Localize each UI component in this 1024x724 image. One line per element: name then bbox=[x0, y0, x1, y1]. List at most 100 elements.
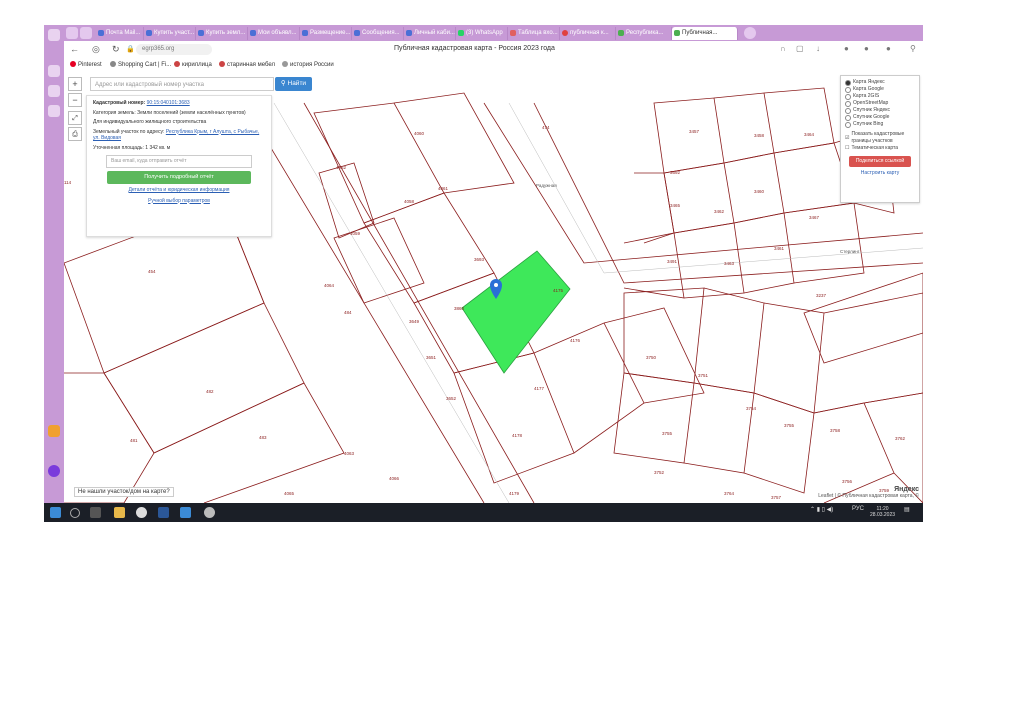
profile-icon[interactable]: ● bbox=[886, 44, 891, 53]
chrome-icon[interactable] bbox=[136, 507, 147, 518]
sidebar-app-icon[interactable] bbox=[48, 105, 60, 117]
layer-label: Карта Яндекс bbox=[853, 79, 885, 85]
favicon-icon bbox=[219, 61, 225, 67]
plot-label: 3762 bbox=[895, 436, 906, 441]
tab[interactable]: Сообщения... bbox=[352, 27, 404, 40]
setup-map-link[interactable]: Настроить карту bbox=[845, 170, 915, 177]
browser-logo-icon[interactable] bbox=[48, 29, 60, 41]
language-indicator[interactable]: РУС bbox=[852, 506, 864, 512]
plot-label: 4177 bbox=[534, 386, 545, 391]
tab[interactable]: Размещение... bbox=[300, 27, 352, 40]
plot-label: 3461 bbox=[774, 246, 785, 251]
headphones-icon[interactable]: ∩ bbox=[780, 44, 786, 53]
bookmark-item[interactable]: кириллица bbox=[174, 61, 212, 68]
plot-label: 3755 bbox=[784, 423, 795, 428]
layer-label: Спутник Яндекс bbox=[853, 107, 891, 113]
plot-label: 483 bbox=[259, 435, 267, 440]
tab-label: Таблица вхо... bbox=[518, 30, 558, 36]
layer-option[interactable]: Карта Яндекс bbox=[845, 79, 915, 86]
tab[interactable]: (3) WhatsApp bbox=[456, 27, 508, 40]
cadastral-map[interactable]: 474 4060 4062 4061 3693 4059 4058 3860 3… bbox=[64, 73, 923, 503]
extension-icon[interactable]: ● bbox=[864, 44, 869, 53]
plot-label: 4058 bbox=[404, 199, 415, 204]
plot-label: 4176 bbox=[570, 338, 581, 343]
yandex-browser-icon[interactable] bbox=[204, 507, 215, 518]
plot-label: 4064 bbox=[324, 283, 335, 288]
plot-label: 4061 bbox=[438, 186, 449, 191]
tab[interactable]: публичная к... bbox=[560, 27, 616, 40]
cadastral-number-link[interactable]: 90:15:040101:3683 bbox=[147, 100, 190, 106]
window-controls[interactable] bbox=[854, 27, 864, 39]
fullscreen-icon[interactable]: ⤢ bbox=[68, 111, 82, 125]
downloads-panel-icon[interactable]: ⚲ bbox=[910, 44, 916, 53]
layer-option[interactable]: Карта 2GIS bbox=[845, 93, 915, 100]
tab[interactable]: Купить земл... bbox=[196, 27, 248, 40]
file-explorer-icon[interactable] bbox=[114, 507, 125, 518]
bookmark-label: Pinterest bbox=[78, 62, 102, 68]
bookmark-item[interactable]: Shopping Cart | Fi... bbox=[110, 61, 171, 68]
tab[interactable]: Мои объявл... bbox=[248, 27, 300, 40]
notifications-icon[interactable]: ▤ bbox=[904, 506, 910, 513]
tab[interactable]: Республика... bbox=[616, 27, 672, 40]
windows-start-icon[interactable] bbox=[50, 507, 61, 518]
print-icon[interactable]: ⎙ bbox=[68, 127, 82, 141]
chevron-down-icon[interactable] bbox=[80, 27, 92, 39]
tray-icons[interactable]: ⌃ ▮ ▯ ◀) bbox=[810, 506, 833, 513]
bookmark-item[interactable]: история России bbox=[282, 61, 334, 68]
layer-option[interactable]: Спутник Яндекс bbox=[845, 107, 915, 114]
windows-taskbar: ⌃ ▮ ▯ ◀) РУС 11:20 28.03.2023 ▤ bbox=[44, 503, 923, 522]
bookmark-item[interactable]: старинная мебел bbox=[219, 61, 275, 68]
plot-label: 3651 bbox=[426, 355, 437, 360]
bookmark-icon[interactable]: ▢ bbox=[796, 44, 804, 53]
yandex-icon bbox=[562, 30, 568, 36]
report-details-link[interactable]: Детали отчёта и юридическая информация bbox=[93, 187, 265, 194]
manual-params-link[interactable]: Ручной выбор параметров bbox=[93, 198, 265, 205]
email-input[interactable]: Ваш email, куда отправить отчёт bbox=[106, 155, 252, 168]
radio-icon bbox=[845, 86, 851, 93]
plot-label: 3756 bbox=[842, 479, 853, 484]
whatsapp-icon bbox=[458, 30, 464, 36]
plot-label: 3458 bbox=[754, 133, 765, 138]
plot-label: 3750 bbox=[646, 355, 657, 360]
url-field[interactable]: egrp365.org bbox=[136, 44, 212, 55]
word-icon[interactable] bbox=[158, 507, 169, 518]
reload-icon[interactable]: ↻ bbox=[112, 44, 120, 55]
thematic-checkbox[interactable]: ☐ Тематическая карта bbox=[845, 145, 915, 152]
tab-active[interactable]: Публичная... bbox=[672, 27, 738, 40]
tab-label: Купить земл... bbox=[206, 30, 246, 36]
tab[interactable]: Личный каби... bbox=[404, 27, 456, 40]
zoom-in-button[interactable]: + bbox=[68, 77, 82, 91]
tab[interactable]: Таблица вхо... bbox=[508, 27, 560, 40]
task-view-icon[interactable] bbox=[90, 507, 101, 518]
clock[interactable]: 11:20 28.03.2023 bbox=[870, 506, 895, 518]
tab[interactable]: Почта Mail... bbox=[96, 27, 144, 40]
alice-icon[interactable] bbox=[48, 465, 60, 477]
search-input[interactable]: Адрес или кадастровый номер участка bbox=[90, 77, 274, 91]
sidebar-app-icon[interactable] bbox=[48, 85, 60, 97]
protect-icon[interactable]: ◎ bbox=[92, 44, 100, 55]
bookmark-label: старинная мебел bbox=[227, 62, 275, 68]
download-icon[interactable]: ↓ bbox=[816, 44, 820, 53]
plot-label: 4066 bbox=[389, 476, 400, 481]
new-tab-icon[interactable] bbox=[744, 27, 756, 39]
app-icon[interactable] bbox=[180, 507, 191, 518]
share-link-button[interactable]: Поделиться ссылкой bbox=[849, 156, 911, 167]
selected-plot[interactable] bbox=[461, 250, 571, 374]
layer-option[interactable]: OpenStreetMap bbox=[845, 100, 915, 107]
tab-menu-icon[interactable] bbox=[66, 27, 78, 39]
sidebar-app-icon[interactable] bbox=[48, 65, 60, 77]
sidebar-app-icon[interactable] bbox=[48, 425, 60, 437]
bookmark-item[interactable]: Pinterest bbox=[70, 61, 102, 68]
tab[interactable]: Купить участ... bbox=[144, 27, 196, 40]
layer-option[interactable]: Спутник Bing bbox=[845, 121, 915, 128]
back-icon[interactable]: ← bbox=[70, 44, 79, 54]
layer-option[interactable]: Спутник Google bbox=[845, 114, 915, 121]
get-report-button[interactable]: Получить подробный отчёт bbox=[107, 171, 251, 184]
show-borders-checkbox[interactable]: ☑ Показать кадастровые границы участков bbox=[845, 131, 915, 145]
zoom-out-button[interactable]: − bbox=[68, 93, 82, 107]
not-found-tooltip[interactable]: Не нашли участок/дом на карте? bbox=[74, 487, 174, 497]
search-icon[interactable] bbox=[70, 508, 80, 518]
extension-icon[interactable]: ● bbox=[844, 44, 849, 53]
search-button[interactable]: ⚲ Найти bbox=[275, 77, 312, 91]
layer-option[interactable]: Карта Google bbox=[845, 86, 915, 93]
